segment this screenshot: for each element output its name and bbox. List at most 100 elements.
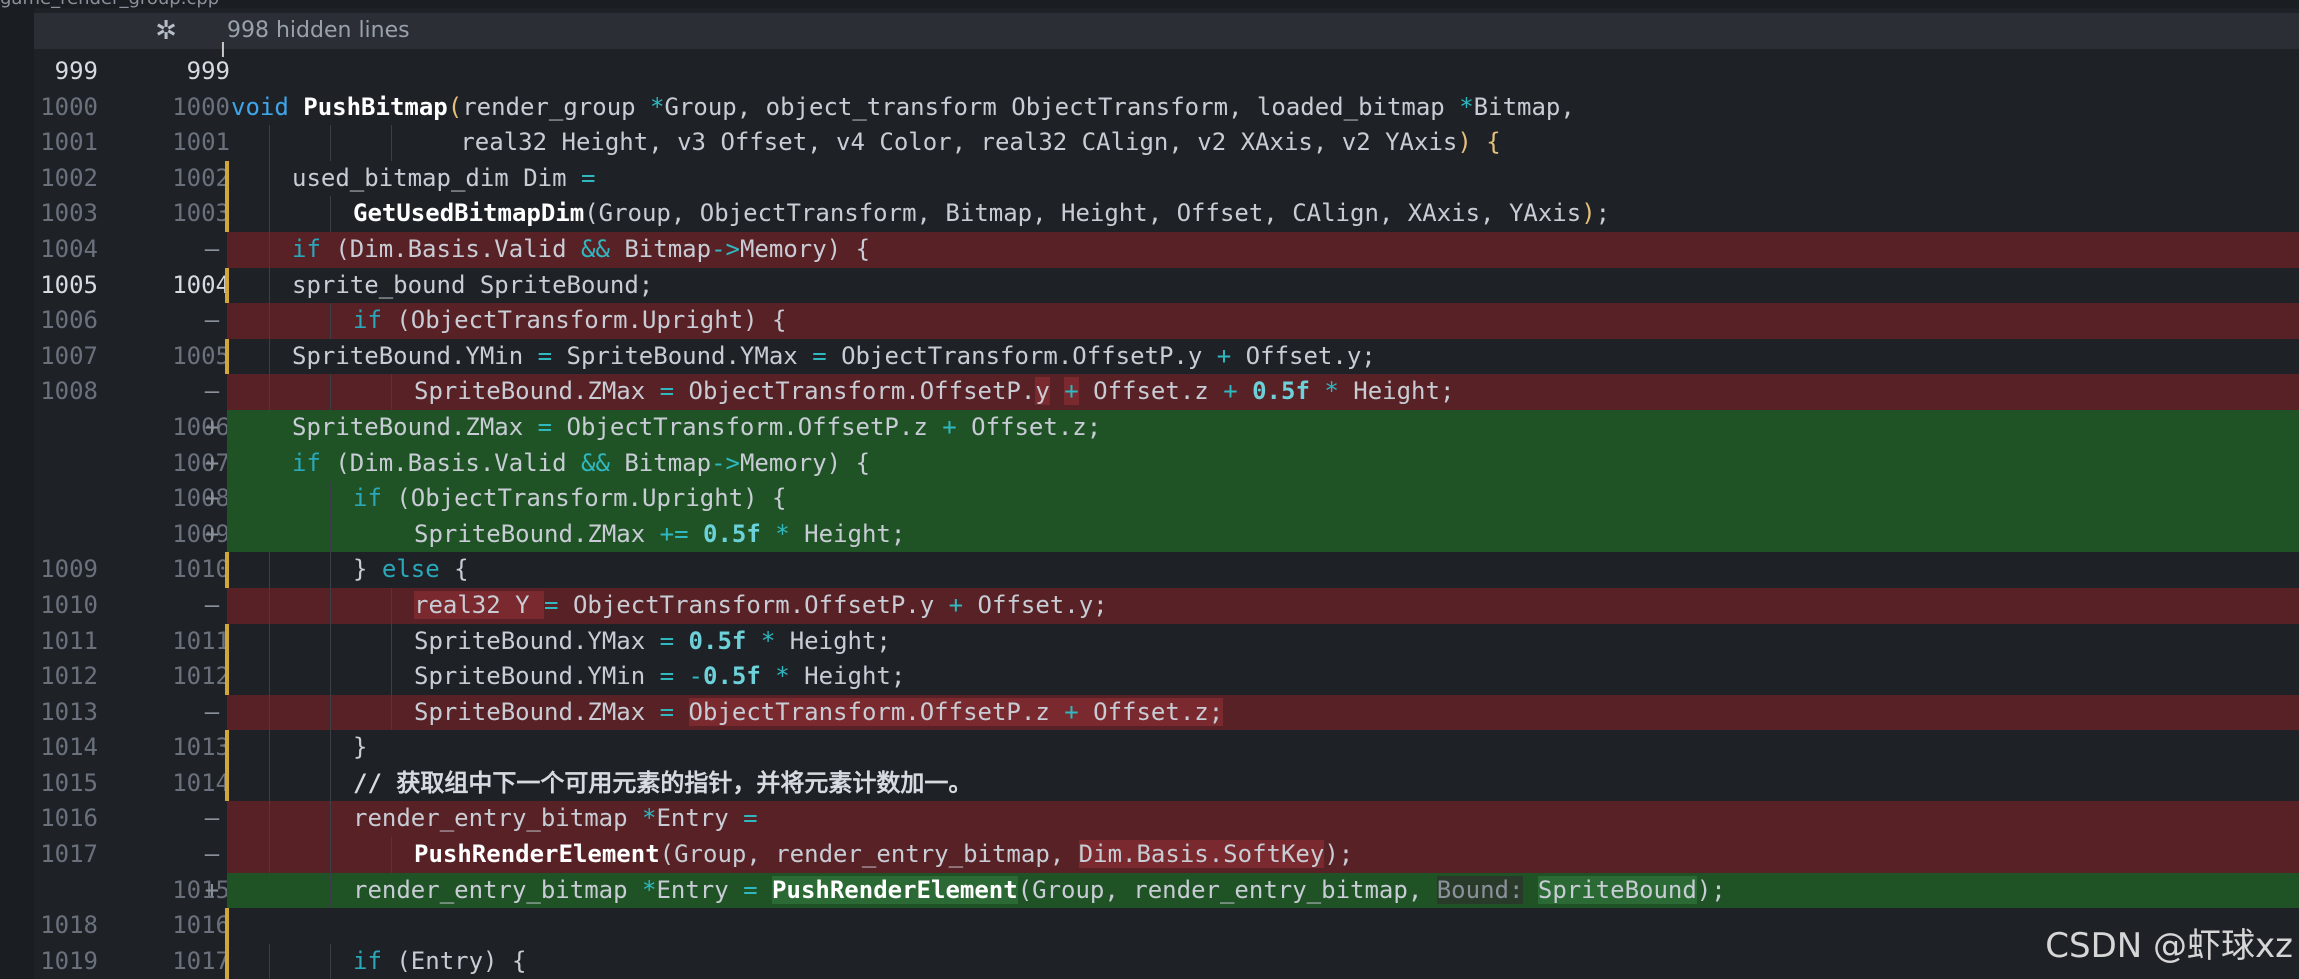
diff-row[interactable]: 1006 + SpriteBound.ZMax = ObjectTransform.… [34, 409, 2299, 446]
code-token: * [775, 662, 790, 691]
code-line[interactable]: PushRenderElement(Group, render_entry_bi… [227, 837, 2299, 873]
indent-guide [391, 623, 392, 660]
diff-row[interactable]: 1007 + if (Dim.Basis.Valid && Bitmap->Memo… [34, 445, 2299, 482]
code-line[interactable]: SpriteBound.YMin = -0.5f * Height; [227, 659, 2299, 695]
diff-row[interactable]: 1000 1000 void PushBitmap(render_group *Gr… [34, 90, 2299, 126]
code-token: y [1035, 377, 1050, 406]
diff-row[interactable]: 1016– render_entry_bitmap *Entry = [34, 801, 2299, 838]
code-line[interactable] [227, 54, 2299, 90]
code-line[interactable]: } else { [227, 552, 2299, 588]
diff-row[interactable]: 1002 1002 used_bitmap_dim Dim = [34, 160, 2299, 197]
diff-row[interactable]: 1001 1001 real32 Height, v3 Offset, v4 Col… [34, 125, 2299, 161]
code-token: Height; [789, 519, 906, 548]
indent-guide [391, 516, 392, 553]
code-line[interactable]: if (ObjectTransform.Upright) { [227, 481, 2299, 517]
code-token: f [746, 519, 761, 548]
diff-row[interactable]: 1012 1012 SpriteBound.YMin = -0.5f * Heigh… [34, 659, 2299, 695]
code-token: Entry [656, 804, 744, 833]
new-line-number: 1014 [172, 768, 230, 797]
code-token: 0.5 [703, 662, 747, 691]
code-line[interactable]: if (Dim.Basis.Valid && Bitmap->Memory) { [227, 231, 2299, 268]
code-line[interactable]: SpriteBound.ZMax = ObjectTransform.Offse… [227, 374, 2299, 410]
diff-row[interactable]: 1003 1003 GetUsedBitmapDim(Group, ObjectTr… [34, 196, 2299, 232]
code-token: GetUsedBitmapDim [353, 199, 585, 228]
diff-row[interactable]: 1011 1011 SpriteBound.YMax = 0.5f * Height… [34, 623, 2299, 660]
code-token: + [1216, 341, 1232, 370]
code-line[interactable] [227, 908, 2299, 944]
code-line[interactable]: SpriteBound.ZMax += 0.5f * Height; [227, 516, 2299, 553]
indent-guide [269, 374, 270, 410]
indent-guide [269, 623, 270, 660]
indent-guide [391, 659, 392, 695]
code-line[interactable]: real32 Height, v3 Offset, v4 Color, real… [227, 125, 2299, 161]
code-line[interactable]: GetUsedBitmapDim(Group, ObjectTransform,… [227, 196, 2299, 232]
code-token: else [381, 555, 440, 584]
code-token: Offset.y; [963, 590, 1108, 619]
code-line[interactable]: if (Entry) { [227, 943, 2299, 979]
code-token: ObjectTransform.OffsetP.y [558, 590, 949, 619]
diff-row[interactable]: 999 999 [34, 54, 2299, 90]
code-token: * [641, 804, 657, 833]
new-line-number: 1011 [172, 626, 230, 655]
diff-row[interactable]: 1017– PushRenderElement(Group, render_ent… [34, 837, 2299, 873]
code-token: (Group, render_entry_bitmap, [1017, 875, 1437, 904]
diff-row[interactable]: 1019 1017 if (Entry) { [34, 943, 2299, 979]
diff-row[interactable]: 1013– SpriteBound.ZMax = ObjectTransform.… [34, 694, 2299, 731]
new-line-number: 1017 [172, 946, 230, 975]
diff-row[interactable]: 1008 + if (ObjectTransform.Upright) { [34, 481, 2299, 517]
diff-row[interactable]: 1009 + SpriteBound.ZMax += 0.5f * Height; [34, 516, 2299, 553]
diff-row[interactable]: 1015 + render_entry_bitmap *Entry = PushRe… [34, 872, 2299, 909]
diff-row[interactable]: 1009 1010} else { [34, 552, 2299, 588]
code-line[interactable]: render_entry_bitmap *Entry = PushRenderE… [227, 872, 2299, 909]
diff-row[interactable]: 1007 1005 SpriteBound.YMin = SpriteBound.Y… [34, 338, 2299, 375]
code-line[interactable]: SpriteBound.ZMax = ObjectTransform.Offse… [227, 694, 2299, 731]
diff-row[interactable]: 1005 1004 sprite_bound SpriteBound; [34, 267, 2299, 304]
unfold-icon[interactable]: ✲ [146, 13, 186, 49]
code-line[interactable]: render_entry_bitmap *Entry = [227, 801, 2299, 838]
code-line[interactable]: void PushBitmap(render_group *Group, obj… [227, 90, 2299, 126]
new-line-number: 1013 [172, 733, 230, 762]
code-token: -> [711, 448, 740, 477]
code-token: render_entry_bitmap [353, 804, 642, 833]
code-token: { [1486, 128, 1501, 157]
diff-code-view[interactable]: 999 999 1000 1000 void PushBitmap(render_gro… [34, 54, 2299, 979]
diff-marker: – [204, 840, 220, 869]
code-line[interactable]: // 获取组中下一个可用元素的指针，并将元素计数加一。 [227, 765, 2299, 802]
diff-row[interactable]: 1014 1013} [34, 730, 2299, 766]
code-line[interactable]: if (Dim.Basis.Valid && Bitmap->Memory) { [227, 445, 2299, 482]
diff-row[interactable]: 1004– if (Dim.Basis.Valid && Bitmap->Memo… [34, 231, 2299, 268]
code-token: Bitmap, [1473, 92, 1575, 121]
hidden-lines-bar[interactable]: ✲ 998 hidden lines [34, 13, 2299, 49]
code-token: ( [447, 92, 463, 121]
code-line[interactable]: SpriteBound.YMax = 0.5f * Height; [227, 623, 2299, 660]
code-token: Dim.Basis.SoftKey [1078, 840, 1325, 869]
diff-marker: – [204, 590, 220, 619]
old-line-number: 1010 [40, 590, 98, 619]
code-line[interactable]: SpriteBound.ZMax = ObjectTransform.Offse… [227, 409, 2299, 446]
code-line[interactable]: sprite_bound SpriteBound; [227, 267, 2299, 304]
code-line[interactable]: } [227, 730, 2299, 766]
indent-guide [330, 125, 331, 161]
code-token: Bitmap [609, 448, 712, 477]
diff-row[interactable]: 1006– if (ObjectTransform.Upright) { [34, 303, 2299, 339]
diff-row[interactable]: 1015 1014 // 获取组中下一个可用元素的指针，并将元素计数加一。 [34, 765, 2299, 802]
code-token: Height; [1338, 377, 1455, 406]
diff-row[interactable]: 1008– SpriteBound.ZMax = ObjectTransform.… [34, 374, 2299, 410]
diff-row[interactable]: 1018 1016 [34, 908, 2299, 944]
code-token: (Dim.Basis.Valid [320, 448, 581, 477]
code-token: Offset.y; [1231, 341, 1376, 370]
indent-guide [330, 765, 331, 802]
breadcrumb: game_render_group.cpp [0, 0, 2299, 8]
diff-row[interactable]: 1010 – real32 Y = ObjectTransform.OffsetP.… [34, 587, 2299, 624]
code-token: SpriteBound.ZMax [292, 412, 538, 441]
indent-guide [269, 872, 270, 909]
code-line[interactable]: used_bitmap_dim Dim = [227, 160, 2299, 197]
code-line[interactable]: SpriteBound.YMin = SpriteBound.YMax = Ob… [227, 338, 2299, 375]
indent-guide [391, 587, 392, 624]
code-line[interactable]: if (ObjectTransform.Upright) { [227, 303, 2299, 339]
code-line[interactable]: real32 Y = ObjectTransform.OffsetP.y + O… [227, 587, 2299, 624]
change-gutter-bar [225, 267, 229, 304]
code-token: if [292, 234, 321, 263]
